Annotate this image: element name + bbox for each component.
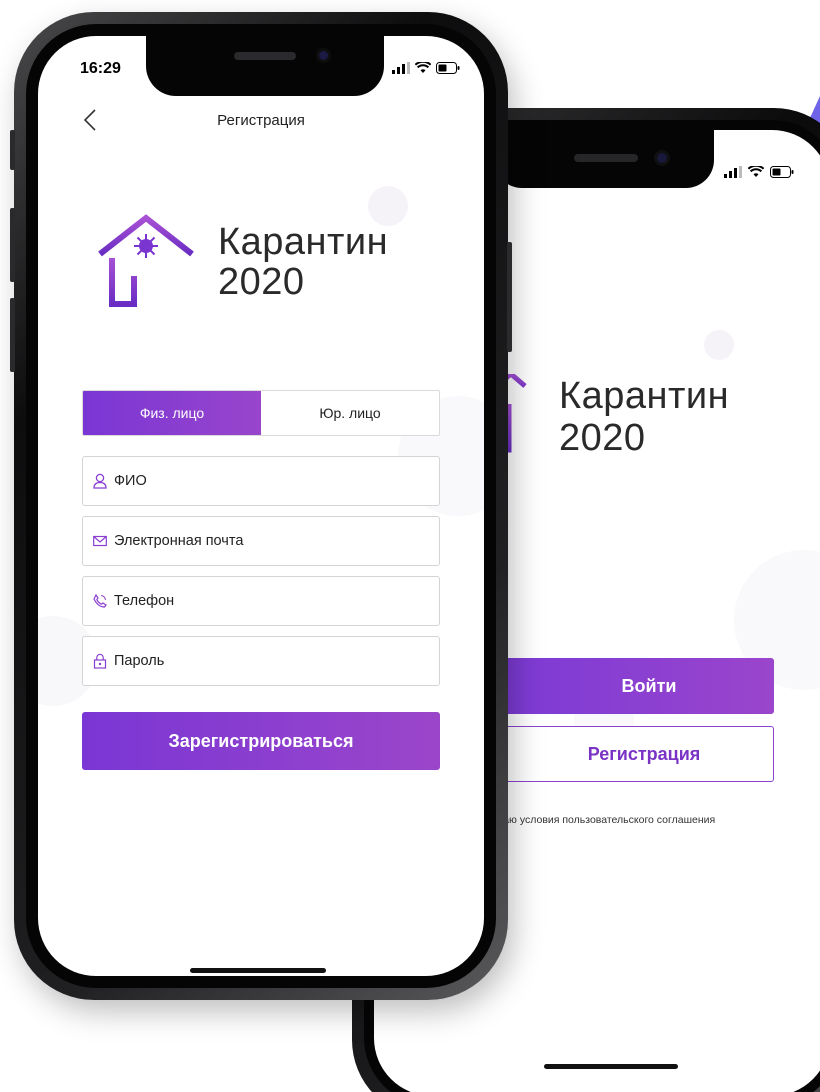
battery-icon [770, 166, 794, 178]
brand-name: Карантин 2020 [218, 221, 389, 303]
mail-icon [93, 533, 109, 549]
speaker [234, 52, 296, 60]
status-bar [392, 62, 460, 74]
password-placeholder: Пароль [114, 653, 165, 669]
account-type-tabs: Физ. лицо Юр. лицо [82, 390, 440, 436]
terms-text: маю условия пользовательского соглашения [496, 814, 716, 826]
page-title: Регистрация [217, 112, 305, 129]
tab-individual[interactable]: Физ. лицо [83, 391, 261, 435]
notch [146, 36, 384, 96]
phone-icon [93, 593, 109, 609]
front-phone: 16:29 Регистрация Карантин 2020 Физ. лиц… [10, 12, 512, 1000]
status-time: 16:29 [80, 60, 121, 77]
login-button[interactable]: Войти [494, 658, 774, 714]
volume-down-button [10, 298, 15, 372]
email-placeholder: Электронная почта [114, 533, 244, 549]
user-icon [93, 473, 109, 489]
lock-icon [93, 653, 109, 669]
home-indicator[interactable] [544, 1064, 678, 1069]
wifi-icon [415, 62, 431, 73]
power-button [507, 242, 512, 352]
volume-up-button [10, 208, 15, 282]
front-phone-screen: 16:29 Регистрация Карантин 2020 Физ. лиц… [38, 36, 484, 976]
full-name-field[interactable]: ФИО [82, 456, 440, 506]
register-button[interactable]: Регистрация [494, 726, 774, 782]
wifi-icon [748, 166, 764, 177]
signal-icon [724, 166, 742, 178]
home-indicator[interactable] [190, 968, 326, 973]
phone-field[interactable]: Телефон [82, 576, 440, 626]
register-submit-button[interactable]: Зарегистрироваться [82, 712, 440, 770]
status-bar [724, 166, 794, 178]
camera [654, 150, 670, 166]
battery-icon [436, 62, 460, 74]
notch [494, 130, 714, 188]
phone-placeholder: Телефон [114, 593, 175, 609]
password-field[interactable]: Пароль [82, 636, 440, 686]
virus-icon [134, 234, 158, 258]
speaker [574, 154, 638, 162]
full-name-placeholder: ФИО [114, 473, 147, 489]
email-field[interactable]: Электронная почта [82, 516, 440, 566]
brand-name: Карантин 2020 [559, 375, 730, 459]
signal-icon [392, 62, 410, 74]
mute-switch [10, 130, 15, 170]
tab-legal-entity[interactable]: Юр. лицо [261, 391, 439, 435]
house-logo-icon [98, 214, 194, 307]
camera [316, 48, 331, 63]
